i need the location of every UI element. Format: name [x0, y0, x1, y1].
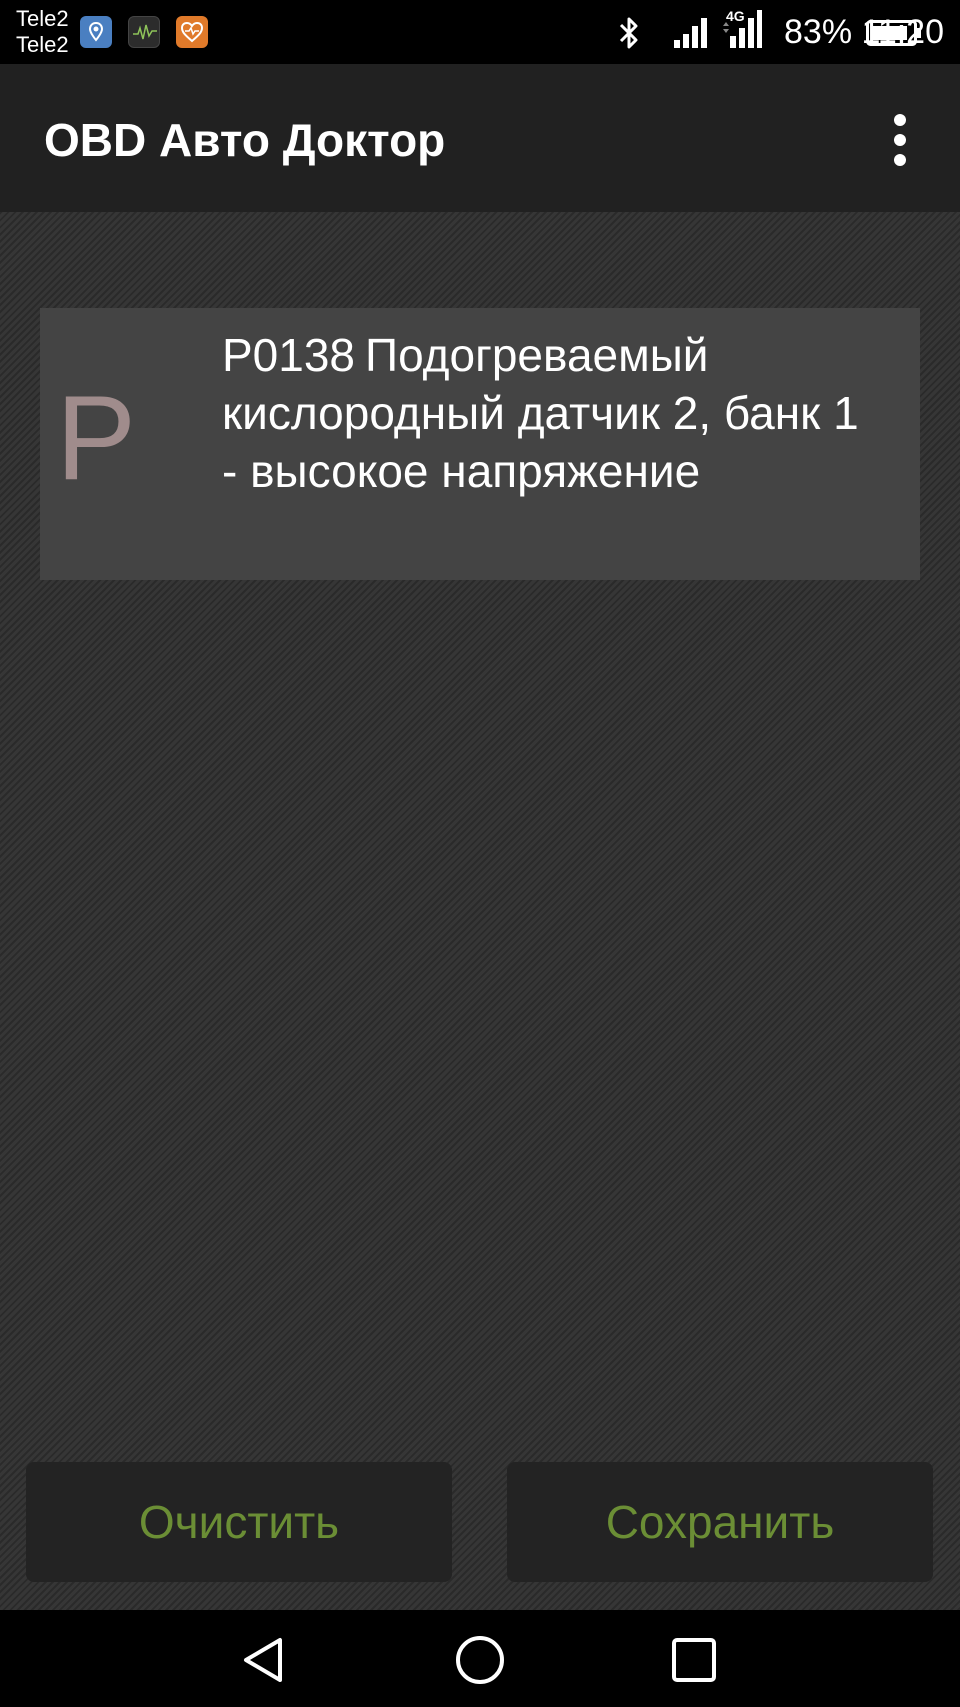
- dtc-code: P0138: [222, 329, 356, 381]
- app-title: OBD Авто Доктор: [44, 114, 446, 166]
- app-bar: OBD Авто Доктор: [0, 64, 960, 212]
- battery-percent: 83%: [784, 13, 853, 51]
- carriers: Tele2 Tele2: [16, 6, 69, 58]
- navigation-bar: [0, 1610, 960, 1707]
- health-icon: [176, 16, 208, 48]
- status-bar: Tele2 Tele2 4G 83% 11:20: [0, 0, 960, 64]
- signal-icon: [674, 18, 707, 48]
- carrier-1: Tele2: [16, 6, 69, 31]
- signal-4g-icon: [723, 10, 762, 48]
- home-icon[interactable]: [450, 1630, 510, 1690]
- more-vertical-icon-dot: [894, 134, 906, 146]
- monitor-icon: [128, 16, 160, 48]
- more-vertical-icon: [894, 114, 906, 126]
- trouble-codes-list: P P0138 Подогреваемый кислородный датчик …: [0, 212, 960, 1610]
- more-options-button[interactable]: [880, 112, 920, 168]
- dtc-list-item[interactable]: P P0138 Подогреваемый кислородный датчик …: [40, 308, 920, 580]
- clock: 11:20: [861, 13, 944, 51]
- dtc-text: P0138 Подогреваемый кислородный датчик 2,…: [222, 326, 882, 500]
- clear-button[interactable]: Очистить: [26, 1462, 452, 1582]
- back-icon[interactable]: [236, 1630, 296, 1690]
- save-button[interactable]: Сохранить: [507, 1462, 933, 1582]
- more-vertical-icon-dot: [894, 154, 906, 166]
- carrier-2: Tele2: [16, 32, 69, 57]
- dtc-category-letter: P: [56, 371, 137, 505]
- location-icon: [80, 16, 112, 48]
- bluetooth-icon: [619, 17, 638, 49]
- recent-apps-icon[interactable]: [664, 1630, 724, 1690]
